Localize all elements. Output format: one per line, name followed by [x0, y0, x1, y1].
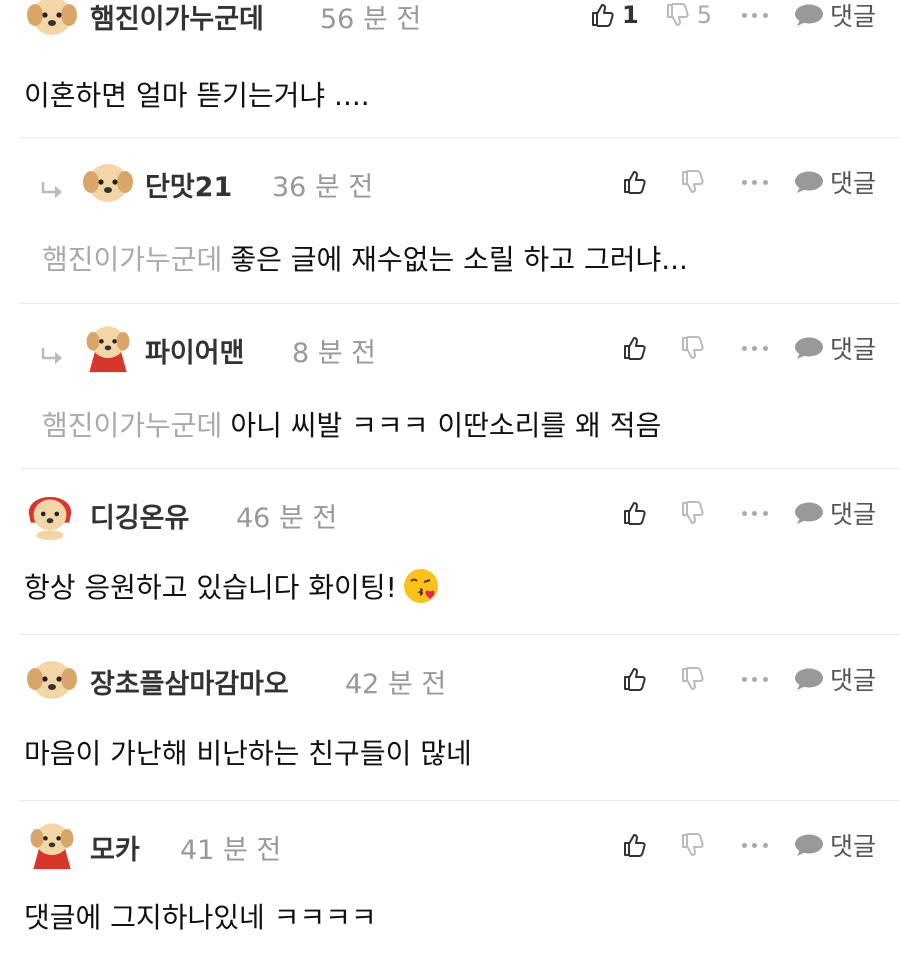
- puppy-red-hood-avatar[interactable]: [22, 484, 78, 540]
- comment-timestamp: 8 분 전: [292, 338, 377, 369]
- like-button[interactable]: [622, 666, 646, 692]
- reply-button[interactable]: 댓글: [794, 0, 876, 33]
- comment-text: 이혼하면 얼마 뜯기는거냐 ....: [24, 79, 370, 112]
- thumbs-up-icon: [623, 502, 646, 525]
- speech-bubble-icon: [794, 668, 823, 690]
- comment-username[interactable]: 파이어맨: [145, 331, 244, 370]
- comment-text: 항상 응원하고 있습니다 화이팅!: [24, 566, 439, 606]
- comment-username[interactable]: 햄진이가누군데: [90, 0, 264, 36]
- dislike-button[interactable]: [680, 666, 704, 692]
- dislike-button[interactable]: [680, 335, 704, 361]
- reply-label: 댓글: [829, 832, 876, 861]
- dislike-count: 5: [696, 1, 712, 29]
- thumbs-down-icon: [666, 3, 689, 26]
- comment-actions: 댓글: [622, 659, 876, 699]
- comment-actions: 댓글: [622, 493, 876, 533]
- reply-label: 댓글: [829, 666, 876, 695]
- thumbs-up-icon: [623, 337, 646, 360]
- puppy-avatar[interactable]: [80, 155, 136, 211]
- comment-timestamp: 46 분 전: [236, 503, 338, 534]
- comment-text-content: 좋은 글에 재수없는 소릴 하고 그러냐...: [230, 243, 688, 276]
- speech-bubble-icon: [794, 171, 823, 193]
- dislike-button[interactable]: [680, 832, 704, 858]
- puppy-avatar[interactable]: [24, 652, 80, 708]
- more-options-icon[interactable]: [741, 178, 768, 186]
- thumbs-down-icon: [681, 667, 704, 690]
- comment-text: 햄진이가누군데 아니 씨발 ㅋㅋㅋ 이딴소리를 왜 적음: [42, 404, 661, 444]
- reply-label: 댓글: [829, 500, 876, 529]
- comment-text: 햄진이가누군데 좋은 글에 재수없는 소릴 하고 그러냐...: [42, 238, 688, 278]
- more-options-icon[interactable]: [741, 509, 768, 517]
- comment-text-content: 항상 응원하고 있습니다 화이팅!: [24, 571, 397, 604]
- kissing-face-emoji: [403, 569, 438, 603]
- puppy-red-cape-avatar[interactable]: [24, 815, 80, 871]
- mention-username[interactable]: 햄진이가누군데: [42, 409, 222, 442]
- puppy-red-cape-avatar[interactable]: [80, 318, 136, 374]
- divider: [20, 468, 900, 469]
- comment-actions: 댓글: [622, 328, 876, 368]
- mention-username[interactable]: 햄진이가누군데: [42, 243, 222, 276]
- speech-bubble-icon: [794, 834, 823, 856]
- comment-actions: 댓글: [622, 825, 876, 865]
- divider: [20, 303, 900, 304]
- speech-bubble-icon: [794, 337, 823, 359]
- comment-list: 햄진이가누군데 56 분 전 1 5 댓글 이혼하면 얼마 뜯기는거냐 ....: [0, 0, 900, 953]
- reply-arrow-icon: [41, 348, 62, 364]
- divider: [20, 800, 900, 801]
- thumbs-up-icon: [592, 4, 614, 27]
- like-button[interactable]: [622, 832, 646, 858]
- reply-button[interactable]: 댓글: [794, 330, 876, 366]
- divider: [20, 137, 900, 138]
- thumbs-up-icon: [623, 171, 646, 194]
- thumbs-down-icon: [681, 336, 704, 359]
- like-button[interactable]: 1: [590, 1, 639, 29]
- comment-timestamp: 41 분 전: [180, 835, 282, 866]
- like-button[interactable]: [622, 500, 646, 526]
- like-count: 1: [622, 1, 639, 29]
- comment-actions: 1 5 댓글: [590, 0, 876, 35]
- reply-label: 댓글: [829, 2, 876, 31]
- more-options-icon[interactable]: [741, 841, 768, 849]
- comment-text-content: 아니 씨발 ㅋㅋㅋ 이딴소리를 왜 적음: [230, 409, 662, 442]
- speech-bubble-icon: [794, 502, 823, 524]
- comment-timestamp: 36 분 전: [272, 172, 374, 203]
- reply-button[interactable]: 댓글: [794, 164, 876, 200]
- dislike-button[interactable]: 5: [665, 1, 712, 29]
- more-options-icon[interactable]: [741, 344, 768, 352]
- thumbs-down-icon: [681, 170, 704, 193]
- puppy-avatar[interactable]: [24, 0, 80, 44]
- thumbs-down-icon: [681, 833, 704, 856]
- comment-username[interactable]: 장초플삼마감마오: [90, 662, 289, 701]
- more-options-icon[interactable]: [741, 11, 768, 19]
- comment-timestamp: 56 분 전: [320, 4, 422, 35]
- comment-text: 댓글에 그지하나있네 ㅋㅋㅋㅋ: [24, 901, 377, 934]
- speech-bubble-icon: [794, 4, 823, 26]
- comment-username[interactable]: 디깅온유: [90, 496, 189, 535]
- reply-button[interactable]: 댓글: [794, 661, 876, 697]
- dislike-button[interactable]: [680, 500, 704, 526]
- comment-username[interactable]: 모카: [90, 828, 140, 867]
- comment-timestamp: 42 분 전: [345, 669, 447, 700]
- like-button[interactable]: [622, 169, 646, 195]
- reply-button[interactable]: 댓글: [794, 495, 876, 531]
- comment-text: 마음이 가난해 비난하는 친구들이 많네: [24, 737, 472, 770]
- comment-username[interactable]: 단맛21: [145, 165, 232, 204]
- like-button[interactable]: [622, 335, 646, 361]
- dislike-button[interactable]: [680, 169, 704, 195]
- thumbs-up-icon: [623, 834, 646, 857]
- thumbs-up-icon: [623, 668, 646, 691]
- reply-label: 댓글: [829, 169, 876, 198]
- comment-actions: 댓글: [622, 162, 876, 202]
- reply-arrow-icon: [41, 182, 62, 198]
- reply-label: 댓글: [829, 335, 876, 364]
- divider: [20, 634, 900, 635]
- reply-button[interactable]: 댓글: [794, 827, 876, 863]
- thumbs-down-icon: [681, 501, 704, 524]
- more-options-icon[interactable]: [741, 675, 768, 683]
